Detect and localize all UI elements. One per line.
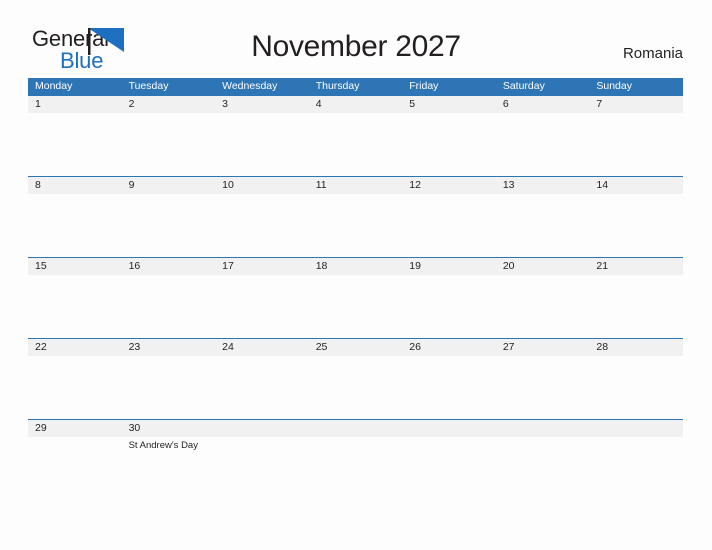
event-cell[interactable]: St Andrew's Day bbox=[122, 437, 216, 500]
event-cell[interactable] bbox=[28, 356, 122, 419]
date-cell[interactable]: 12 bbox=[402, 177, 496, 194]
event-cell[interactable] bbox=[589, 437, 683, 500]
page-header: General Blue November 2027 Romania bbox=[0, 0, 712, 78]
weekday-header-tuesday: Tuesday bbox=[128, 80, 169, 92]
weekday-header-thursday: Thursday bbox=[315, 80, 360, 92]
event-cell[interactable] bbox=[496, 437, 590, 500]
weekday-header-sunday: Sunday bbox=[596, 80, 632, 92]
event-cell[interactable] bbox=[309, 194, 403, 257]
date-cell[interactable]: 7 bbox=[589, 96, 683, 113]
date-cell[interactable]: 26 bbox=[402, 339, 496, 356]
date-cell[interactable]: 27 bbox=[496, 339, 590, 356]
event-cell[interactable] bbox=[122, 194, 216, 257]
event-cell[interactable] bbox=[215, 113, 309, 176]
date-cell[interactable]: 15 bbox=[28, 258, 122, 275]
date-cell[interactable]: 29 bbox=[28, 420, 122, 437]
date-cell[interactable]: 18 bbox=[309, 258, 403, 275]
event-cell[interactable] bbox=[402, 194, 496, 257]
holiday-label: St Andrew's Day bbox=[128, 440, 198, 451]
event-cell[interactable] bbox=[402, 113, 496, 176]
event-cell[interactable] bbox=[402, 275, 496, 338]
date-cell[interactable] bbox=[496, 420, 590, 437]
week-row: 8 9 10 11 12 13 14 bbox=[28, 176, 683, 257]
event-cell[interactable] bbox=[215, 437, 309, 500]
week-dates-band: 8 9 10 11 12 13 14 bbox=[28, 177, 683, 194]
week-dates-band: 22 23 24 25 26 27 28 bbox=[28, 339, 683, 356]
weekday-header-wednesday: Wednesday bbox=[222, 80, 278, 92]
week-dates-band: 15 16 17 18 19 20 21 bbox=[28, 258, 683, 275]
event-cell[interactable] bbox=[309, 437, 403, 500]
date-cell[interactable]: 23 bbox=[122, 339, 216, 356]
event-cell[interactable] bbox=[122, 275, 216, 338]
event-cell[interactable] bbox=[309, 275, 403, 338]
event-cell[interactable] bbox=[496, 275, 590, 338]
date-cell[interactable]: 3 bbox=[215, 96, 309, 113]
event-cell[interactable] bbox=[496, 194, 590, 257]
event-cell[interactable] bbox=[28, 275, 122, 338]
week-row: 29 30 St Andrew's Day bbox=[28, 419, 683, 500]
event-cell[interactable] bbox=[589, 194, 683, 257]
date-cell[interactable]: 24 bbox=[215, 339, 309, 356]
event-cell[interactable] bbox=[402, 356, 496, 419]
event-cell[interactable] bbox=[589, 275, 683, 338]
date-cell[interactable]: 17 bbox=[215, 258, 309, 275]
event-cell[interactable] bbox=[215, 194, 309, 257]
date-cell[interactable]: 5 bbox=[402, 96, 496, 113]
week-dates-band: 29 30 bbox=[28, 420, 683, 437]
date-cell[interactable]: 14 bbox=[589, 177, 683, 194]
event-cell[interactable] bbox=[589, 113, 683, 176]
date-cell[interactable]: 19 bbox=[402, 258, 496, 275]
event-cell[interactable] bbox=[28, 113, 122, 176]
event-cell[interactable] bbox=[215, 275, 309, 338]
date-cell[interactable] bbox=[215, 420, 309, 437]
date-cell[interactable]: 10 bbox=[215, 177, 309, 194]
event-cell[interactable] bbox=[402, 437, 496, 500]
date-cell[interactable] bbox=[309, 420, 403, 437]
page-title: November 2027 bbox=[251, 30, 461, 63]
event-cell[interactable] bbox=[496, 113, 590, 176]
date-cell[interactable]: 28 bbox=[589, 339, 683, 356]
week-body bbox=[28, 356, 683, 419]
event-cell[interactable] bbox=[122, 356, 216, 419]
date-cell[interactable]: 8 bbox=[28, 177, 122, 194]
date-cell[interactable]: 4 bbox=[309, 96, 403, 113]
country-label: Romania bbox=[622, 45, 683, 62]
week-body bbox=[28, 194, 683, 257]
event-cell[interactable] bbox=[122, 113, 216, 176]
event-cell[interactable] bbox=[309, 356, 403, 419]
date-cell[interactable]: 30 bbox=[122, 420, 216, 437]
date-cell[interactable]: 6 bbox=[496, 96, 590, 113]
date-cell[interactable]: 25 bbox=[309, 339, 403, 356]
event-cell[interactable] bbox=[215, 356, 309, 419]
weekday-header-friday: Friday bbox=[409, 80, 439, 92]
week-body bbox=[28, 113, 683, 176]
event-cell[interactable] bbox=[28, 437, 122, 500]
date-cell[interactable] bbox=[402, 420, 496, 437]
date-cell[interactable]: 2 bbox=[122, 96, 216, 113]
event-cell[interactable] bbox=[309, 113, 403, 176]
week-body bbox=[28, 275, 683, 338]
date-cell[interactable]: 21 bbox=[589, 258, 683, 275]
week-row: 15 16 17 18 19 20 21 bbox=[28, 257, 683, 338]
calendar-grid: Monday Tuesday Wednesday Thursday Friday… bbox=[28, 78, 683, 500]
weekday-header-saturday: Saturday bbox=[502, 80, 545, 92]
event-cell[interactable] bbox=[28, 194, 122, 257]
event-cell[interactable] bbox=[589, 356, 683, 419]
date-cell[interactable]: 16 bbox=[122, 258, 216, 275]
week-row: 22 23 24 25 26 27 28 bbox=[28, 338, 683, 419]
date-cell[interactable]: 1 bbox=[28, 96, 122, 113]
weekday-header-monday: Monday bbox=[35, 80, 73, 92]
date-cell[interactable]: 22 bbox=[28, 339, 122, 356]
date-cell[interactable]: 20 bbox=[496, 258, 590, 275]
date-cell[interactable]: 11 bbox=[309, 177, 403, 194]
event-cell[interactable] bbox=[496, 356, 590, 419]
week-body: St Andrew's Day bbox=[28, 437, 683, 500]
weekday-header-row: Monday Tuesday Wednesday Thursday Friday… bbox=[28, 78, 683, 95]
week-row: 1 2 3 4 5 6 7 bbox=[28, 95, 683, 176]
week-dates-band: 1 2 3 4 5 6 7 bbox=[28, 96, 683, 113]
date-cell[interactable] bbox=[589, 420, 683, 437]
date-cell[interactable]: 9 bbox=[122, 177, 216, 194]
date-cell[interactable]: 13 bbox=[496, 177, 590, 194]
